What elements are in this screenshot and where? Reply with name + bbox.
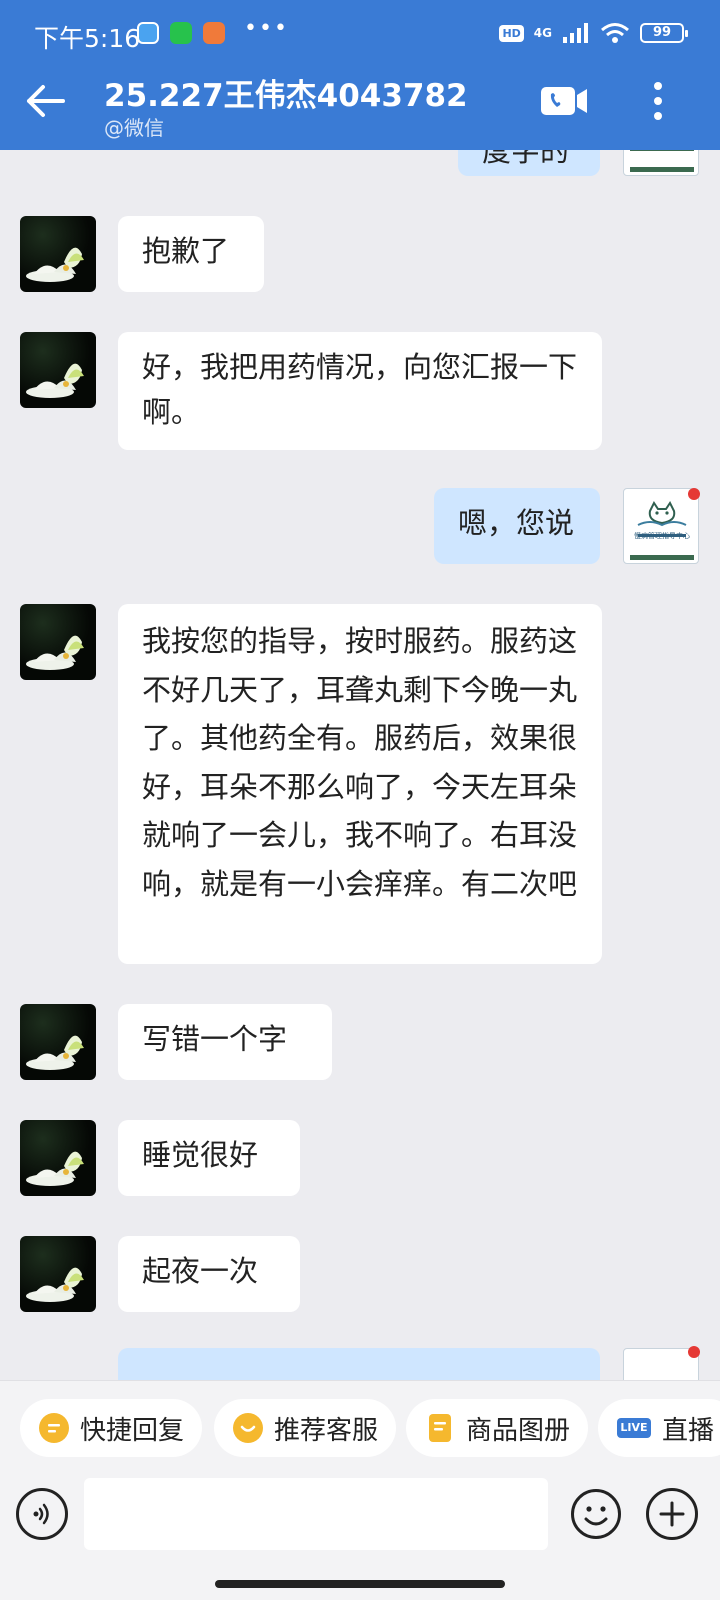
hd-icon: HD [499, 24, 524, 42]
home-indicator[interactable] [215, 1580, 505, 1588]
more-dot-icon [654, 82, 662, 90]
lotus-avatar-icon [26, 247, 84, 282]
message-text: 度字的 [482, 150, 570, 168]
video-call-icon [541, 87, 587, 115]
more-options-button[interactable] [644, 78, 672, 124]
message-bubble-incoming[interactable]: 抱歉了 [118, 216, 264, 292]
shopping-notification-icon [203, 22, 225, 44]
more-notifications-icon: ••• [244, 16, 289, 41]
status-icons: HD 4G 99 [499, 20, 688, 46]
contact-avatar[interactable] [20, 1120, 96, 1196]
message-bubble-incoming[interactable]: 起夜一次 [118, 1236, 300, 1312]
wifi-icon [601, 23, 629, 43]
message-bubble-outgoing[interactable]: 嗯，您说 [434, 488, 600, 564]
more-dot-icon [654, 97, 662, 105]
voice-icon [33, 1503, 49, 1525]
contact-avatar[interactable] [20, 332, 96, 408]
chat-header: 下午5:16 ••• HD 4G 99 25.227王伟杰4043782 @微信 [0, 0, 720, 150]
product-album-button[interactable]: 商品图册 [406, 1399, 589, 1457]
chat-title: 25.227王伟杰4043782 [104, 78, 468, 114]
live-icon: LIVE [616, 1412, 652, 1444]
back-button[interactable] [22, 78, 68, 124]
input-bar [0, 1478, 720, 1566]
agent-avatar[interactable]: 慢病管理指导中心 [623, 488, 699, 564]
org-logo-icon [630, 150, 694, 172]
message-bubble-incoming[interactable]: 睡觉很好 [118, 1120, 300, 1196]
live-label: 直播 [662, 1415, 715, 1446]
lotus-avatar-icon [26, 635, 84, 670]
recommend-service-button[interactable]: 推荐客服 [214, 1399, 397, 1457]
app-notification-icon [137, 22, 159, 44]
emoji-button[interactable] [570, 1488, 622, 1540]
quick-actions-bar[interactable]: 快捷回复 推荐客服 商品图册 LIVE 直播 [0, 1380, 720, 1478]
quick-reply-label: 快捷回复 [80, 1415, 185, 1446]
contact-avatar[interactable] [20, 604, 96, 680]
message-text: 睡觉很好 [142, 1138, 259, 1172]
more-dot-icon [654, 112, 662, 120]
message-text: 我按您的指导，按时服药。服药这不好几天了，耳聋丸剩下今晚一丸了。其他药全有。服药… [142, 624, 578, 901]
message-input[interactable] [84, 1478, 548, 1550]
unread-dot [688, 488, 700, 500]
message-bubble-incoming[interactable]: 好，我把用药情况，向您汇报一下啊。 [118, 332, 602, 450]
lotus-avatar-icon [26, 1151, 84, 1186]
more-functions-button[interactable] [646, 1488, 698, 1540]
network-type: 4G [533, 26, 552, 40]
product-album-label: 商品图册 [466, 1415, 571, 1446]
live-button[interactable]: LIVE 直播 [598, 1399, 720, 1457]
lotus-avatar-icon [26, 1035, 84, 1070]
recommend-service-label: 推荐客服 [274, 1415, 379, 1446]
contact-avatar[interactable] [20, 216, 96, 292]
chat-source: @微信 [104, 116, 164, 140]
message-text: 好，我把用药情况，向您汇报一下啊。 [142, 350, 578, 429]
message-bubble-incoming[interactable]: 我按您的指导，按时服药。服药这不好几天了，耳聋丸剩下今晚一丸了。其他药全有。服药… [118, 604, 602, 964]
contact-avatar[interactable] [20, 1004, 96, 1080]
system-nav-bar [0, 1566, 720, 1600]
message-text: 嗯，您说 [458, 506, 575, 540]
plus-icon [659, 1501, 685, 1527]
message-bubble-outgoing[interactable]: 度字的 [458, 150, 600, 176]
product-album-icon [424, 1412, 456, 1444]
message-text: 抱歉了 [142, 234, 230, 268]
signal-icon [563, 23, 588, 43]
lotus-avatar-icon [26, 1267, 84, 1302]
org-logo-icon [630, 501, 694, 560]
recommend-service-icon [232, 1412, 264, 1444]
message-bubble-incoming[interactable]: 写错一个字 [118, 1004, 332, 1080]
lotus-avatar-icon [26, 363, 84, 398]
agent-avatar[interactable] [623, 150, 699, 176]
unread-dot [688, 1346, 700, 1358]
video-call-button[interactable] [540, 84, 588, 118]
quick-reply-button[interactable]: 快捷回复 [20, 1399, 203, 1457]
message-list[interactable]: 度字的 抱歉了 好，我把用药情况，向您汇报一下啊。 嗯，您说 慢病管理指导中心 … [0, 150, 720, 1380]
voice-input-button[interactable] [16, 1488, 68, 1540]
back-arrow-icon [27, 85, 65, 117]
status-time: 下午5:16 [34, 24, 141, 53]
quick-reply-icon [38, 1412, 70, 1444]
emoji-icon [571, 1489, 621, 1539]
message-text: 起夜一次 [142, 1254, 259, 1288]
message-text: 写错一个字 [142, 1022, 288, 1056]
battery-icon: 99 [640, 23, 688, 43]
message-bubble-outgoing[interactable] [118, 1348, 600, 1380]
wechat-notification-icon [170, 22, 192, 44]
contact-avatar[interactable] [20, 1236, 96, 1312]
live-badge: LIVE [617, 1418, 651, 1438]
agent-org-name: 慢病管理指导中心 [634, 532, 690, 540]
status-bar: 下午5:16 ••• HD 4G 99 [0, 0, 720, 66]
